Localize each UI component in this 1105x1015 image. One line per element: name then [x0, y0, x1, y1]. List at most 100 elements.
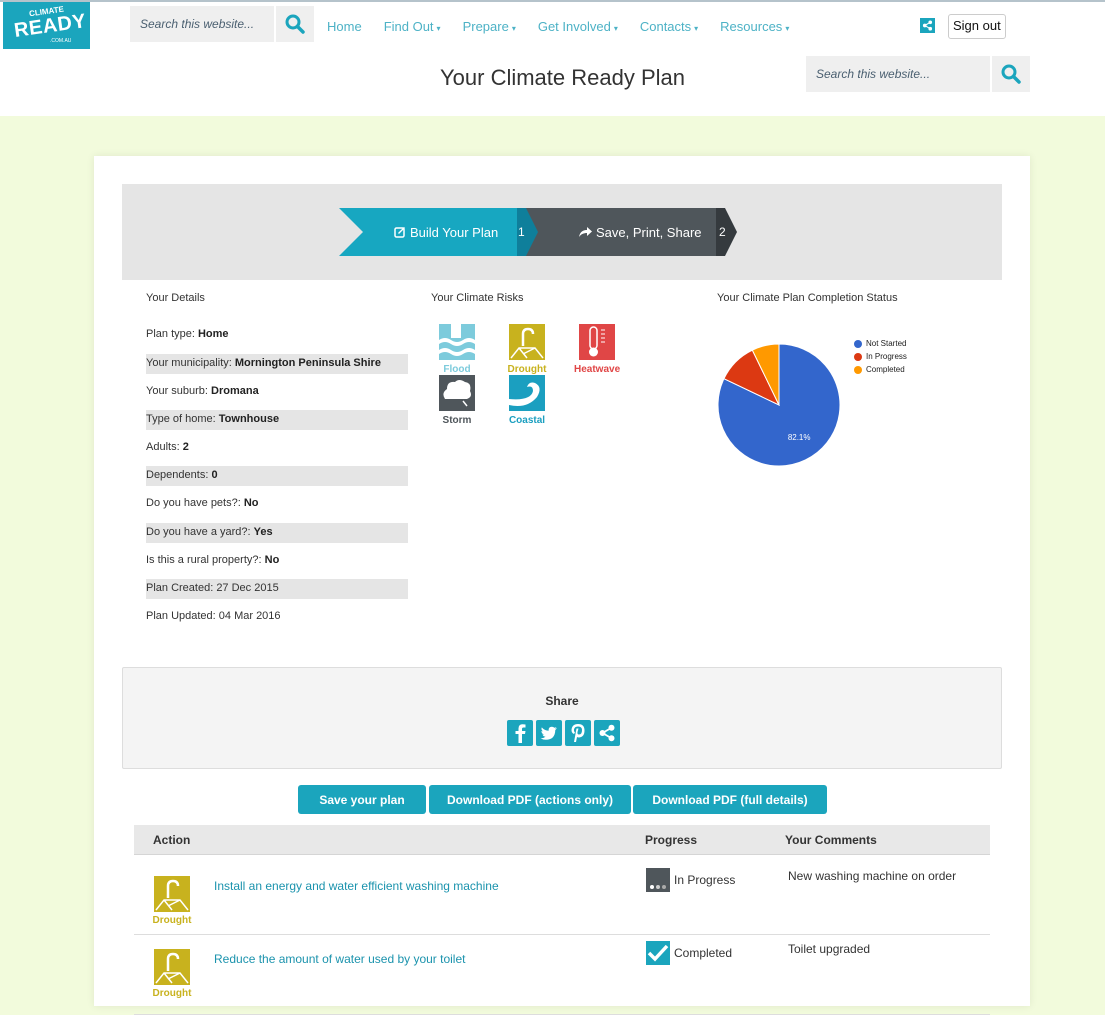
progress-status[interactable]: In Progress	[646, 868, 735, 892]
thermometer-icon	[579, 324, 615, 360]
risk-badge: Drought	[152, 949, 192, 999]
caret-down-icon: ▾	[613, 24, 618, 33]
risk-heatwave[interactable]: Heatwave	[574, 324, 620, 375]
wave-icon	[509, 375, 545, 411]
share-icon	[599, 724, 615, 742]
pie-data-label: 82.1%	[788, 433, 811, 442]
step-build-your-plan[interactable]: Build Your Plan	[394, 208, 498, 256]
caret-down-icon: ▾	[694, 24, 699, 33]
legend-item-completed[interactable]: Completed	[854, 365, 905, 374]
drought-icon	[154, 876, 190, 912]
legend-label: Not Started	[866, 339, 907, 348]
nav-home[interactable]: Home	[327, 19, 362, 34]
sign-out-button[interactable]: Sign out	[948, 14, 1006, 39]
page-search-input[interactable]: Search this website...	[806, 56, 990, 92]
detail-row: Your municipality: Mornington Peninsula …	[146, 354, 408, 374]
plan-card: Build Your Plan 1 Save, Print, Share 2 Y…	[94, 156, 1030, 1015]
header-share-button[interactable]	[920, 18, 935, 33]
progress-status[interactable]: Completed	[646, 941, 732, 965]
main-nav: Home Find Out ▾ Prepare ▾ Get Involved ▾ Co…	[327, 19, 811, 34]
legend-swatch	[854, 365, 862, 374]
save-plan-button[interactable]: Save your plan	[298, 785, 426, 814]
caret-down-icon: ▾	[785, 24, 790, 33]
nav-contacts[interactable]: Contacts ▾	[640, 19, 698, 34]
title-bar: Your Climate Ready Plan Search this webs…	[0, 50, 1105, 116]
detail-row: Adults: 2	[146, 441, 189, 453]
twitter-icon	[540, 726, 557, 740]
risk-flood[interactable]: Flood	[437, 324, 477, 375]
step-save-print-share[interactable]: Save, Print, Share	[579, 208, 702, 256]
detail-row: Dependents: 0	[146, 466, 408, 486]
caret-down-icon: ▾	[436, 24, 441, 33]
legend-swatch	[854, 352, 862, 361]
header-action: Action	[153, 833, 191, 847]
comment-text: Toilet upgraded	[788, 942, 871, 956]
chart-title: Your Climate Plan Completion Status	[717, 292, 898, 304]
legend-swatch	[854, 339, 862, 348]
risk-drought[interactable]: Drought	[507, 324, 547, 375]
facebook-icon	[515, 724, 526, 743]
risk-storm[interactable]: Storm	[437, 375, 477, 426]
header-comments: Your Comments	[785, 833, 877, 847]
search-icon	[1001, 64, 1021, 84]
legend-label: Completed	[866, 365, 905, 374]
share-arrow-icon	[579, 227, 592, 237]
pinterest-icon	[571, 724, 585, 742]
header-progress: Progress	[645, 833, 698, 847]
step-2-number: 2	[719, 225, 726, 239]
drought-icon	[154, 949, 190, 985]
download-pdf-full-button[interactable]: Download PDF (full details)	[633, 785, 827, 814]
pinterest-share-button[interactable]	[565, 720, 591, 746]
nav-get-involved[interactable]: Get Involved ▾	[538, 19, 618, 34]
detail-row: Do you have a yard?: Yes	[146, 523, 408, 543]
completion-pie-chart: 82.1%	[717, 343, 841, 467]
climate-ready-logo[interactable]: CLIMATE READY .COM.AU	[3, 2, 90, 49]
nav-find-out[interactable]: Find Out ▾	[384, 19, 441, 34]
action-link[interactable]: Install an energy and water efficient wa…	[214, 879, 499, 893]
search-icon	[285, 14, 305, 34]
detail-row: Your suburb: Dromana	[146, 385, 259, 397]
detail-row: Do you have pets?: No	[146, 497, 259, 509]
flood-icon	[439, 324, 475, 360]
comment-text: New washing machine on order	[788, 869, 957, 883]
storm-cloud-icon	[439, 375, 475, 411]
completed-check-icon	[646, 941, 670, 965]
edit-icon	[394, 227, 405, 238]
in-progress-icon	[646, 868, 670, 892]
risks-heading: Your Climate Risks	[431, 292, 524, 304]
header-search-button[interactable]	[274, 6, 314, 42]
facebook-share-button[interactable]	[507, 720, 533, 746]
top-navbar: CLIMATE READY .COM.AU Search this websit…	[0, 0, 1105, 50]
legend-item-in-progress[interactable]: In Progress	[854, 352, 907, 361]
drought-icon	[509, 324, 545, 360]
risk-coastal[interactable]: Coastal	[507, 375, 547, 426]
table-row: Drought Reduce the amount of water used …	[134, 935, 990, 1015]
detail-row: Is this a rural property?: No	[146, 554, 280, 566]
page-search-button[interactable]	[990, 56, 1030, 92]
plan-steps: Build Your Plan 1 Save, Print, Share 2	[122, 184, 1002, 280]
generic-share-button[interactable]	[594, 720, 620, 746]
step-1-number: 1	[518, 225, 525, 239]
twitter-share-button[interactable]	[536, 720, 562, 746]
download-pdf-actions-button[interactable]: Download PDF (actions only)	[429, 785, 631, 814]
detail-row: Plan Updated: 04 Mar 2016	[146, 610, 281, 622]
share-icon	[922, 20, 933, 31]
nav-prepare[interactable]: Prepare ▾	[463, 19, 516, 34]
share-panel: Share	[122, 667, 1002, 769]
header-search: Search this website...	[130, 6, 314, 42]
share-heading: Share	[545, 694, 579, 708]
legend-label: In Progress	[866, 352, 907, 361]
detail-row: Plan type: Home	[146, 328, 229, 340]
actions-table-header: Action Progress Your Comments	[134, 825, 990, 855]
risk-badge: Drought	[152, 876, 192, 926]
detail-row: Type of home: Townhouse	[146, 410, 408, 430]
legend-item-not-started[interactable]: Not Started	[854, 339, 906, 348]
nav-resources[interactable]: Resources ▾	[720, 19, 789, 34]
table-row: Drought Install an energy and water effi…	[134, 855, 990, 935]
action-link[interactable]: Reduce the amount of water used by your …	[214, 952, 465, 966]
caret-down-icon: ▾	[511, 24, 516, 33]
detail-row: Plan Created: 27 Dec 2015	[146, 579, 408, 599]
page-search: Search this website...	[806, 56, 1030, 92]
header-search-input[interactable]: Search this website...	[130, 6, 274, 42]
details-heading: Your Details	[146, 292, 205, 304]
